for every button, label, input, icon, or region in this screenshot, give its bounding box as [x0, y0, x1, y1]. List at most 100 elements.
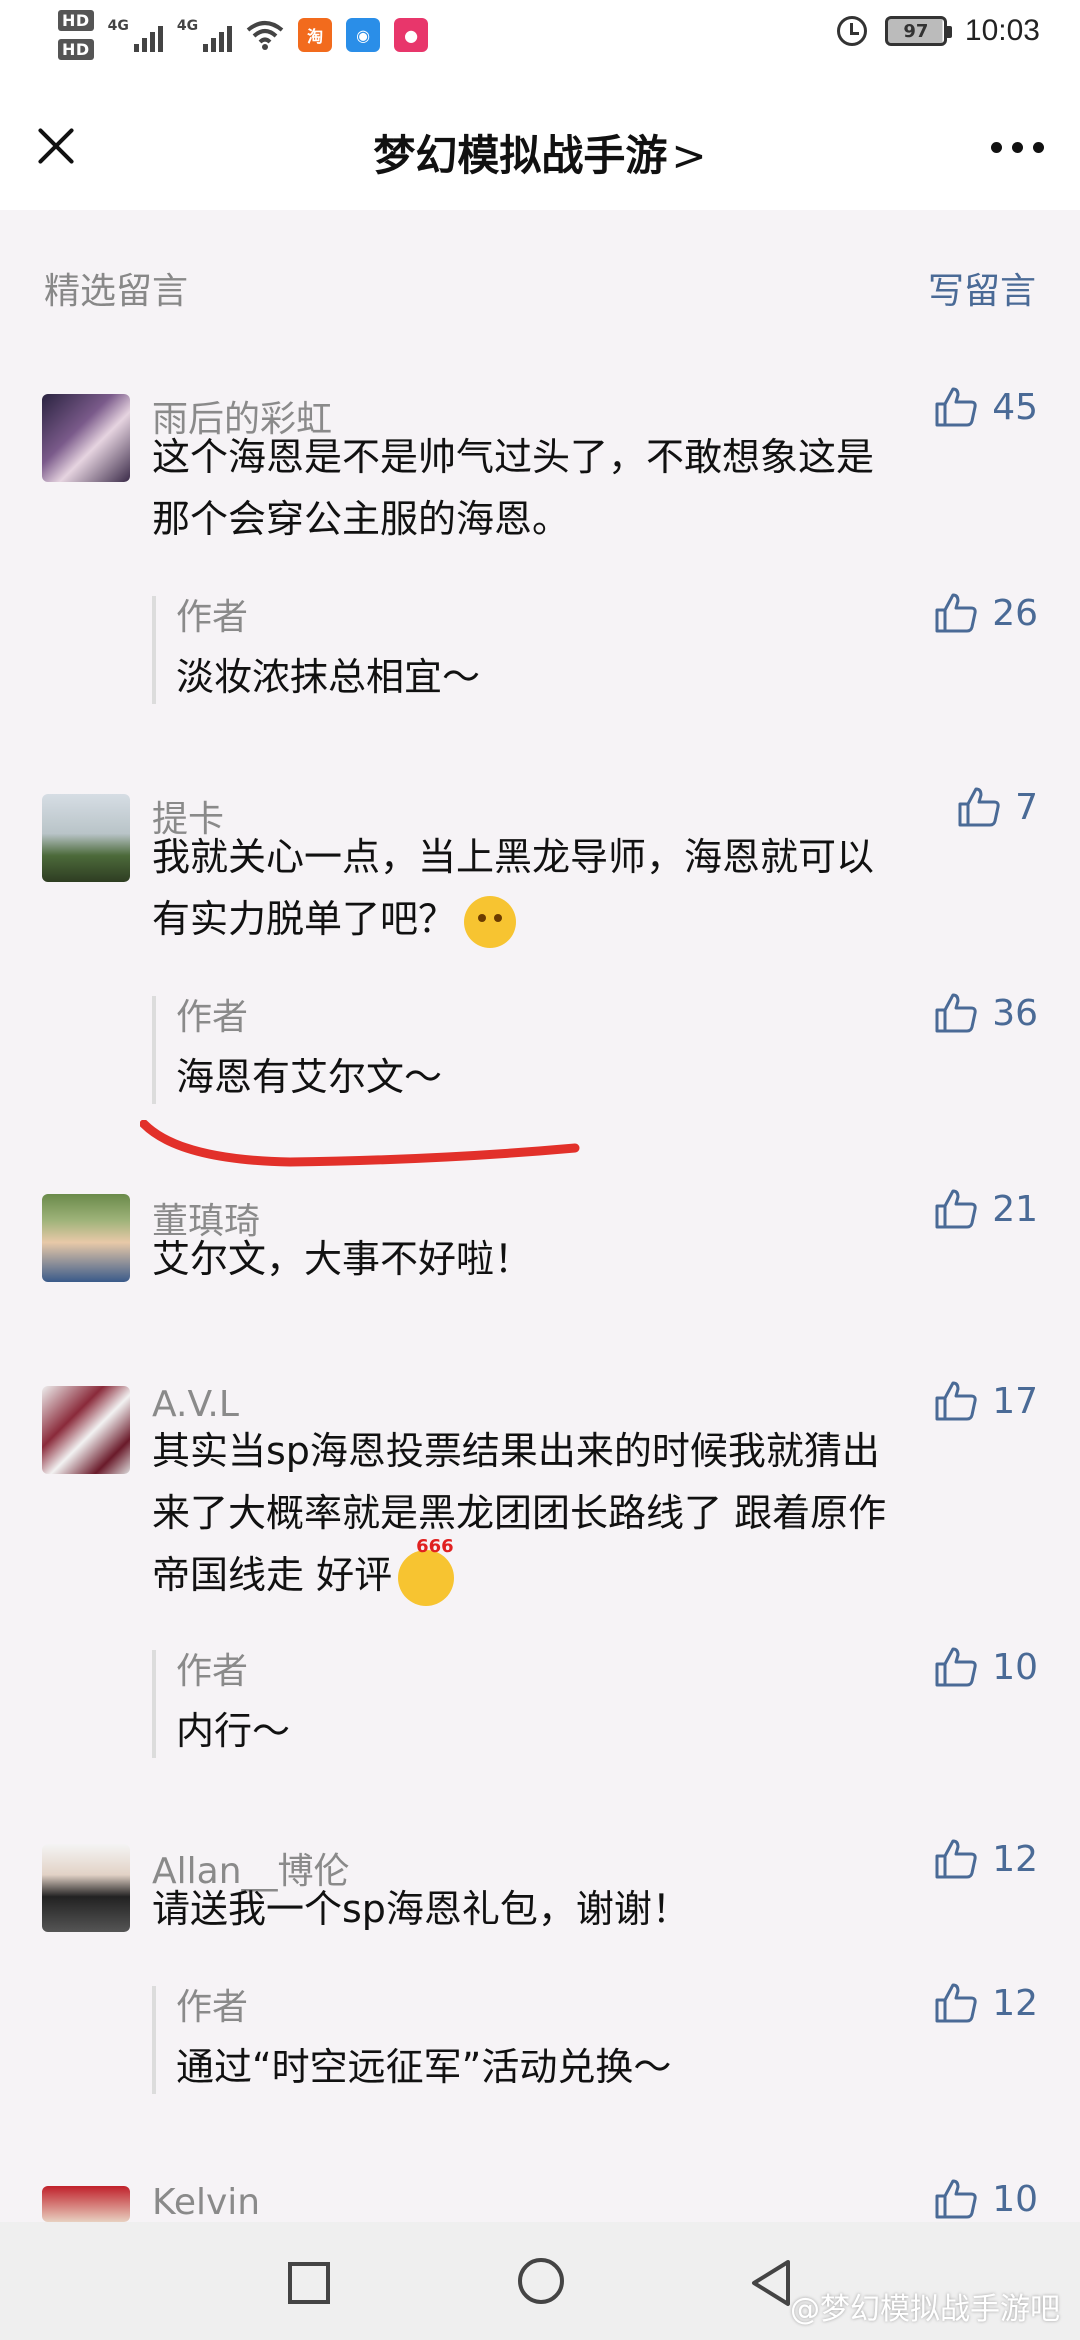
page-title[interactable]: 梦幻模拟战手游> [0, 122, 1080, 183]
recent-apps-square-icon[interactable] [288, 2262, 330, 2304]
reply-like-button[interactable]: 12 [934, 1982, 1038, 2024]
watermark: @梦幻模拟战手游吧 [790, 2292, 1060, 2327]
emoji-badge: 666 [416, 1535, 454, 1557]
like-count: 10 [992, 1646, 1038, 1688]
comment-line: 帝国线走 好评 666 [152, 1536, 1022, 1606]
avatar[interactable] [42, 1844, 130, 1932]
network-type-1: 4G [107, 18, 129, 34]
reply-text: 海恩有艾尔文～ [176, 1055, 443, 1099]
comment-line: 其实当sp海恩投票结果出来的时候我就猜出 [152, 1429, 880, 1473]
clock: 10:03 [964, 14, 1040, 47]
title-bar: 梦幻模拟战手游> [0, 90, 1080, 210]
like-count: 36 [992, 992, 1038, 1034]
like-button[interactable]: 10 [934, 2178, 1038, 2220]
hd-badge-2: HD [58, 39, 94, 60]
like-count: 12 [992, 1982, 1038, 2024]
red-underline-annotation [140, 1120, 580, 1167]
comment-line: 这个海恩是不是帅气过头了，不敢想象这是 [152, 435, 875, 479]
like-button[interactable]: 12 [934, 1838, 1038, 1880]
like-count: 17 [992, 1380, 1038, 1422]
avatar[interactable] [42, 1194, 130, 1282]
thumbs-up-icon [934, 386, 978, 428]
reply-like-button[interactable]: 10 [934, 1646, 1038, 1688]
status-left: HD HD 4G 4G 淘 ◉ ● [58, 10, 429, 60]
taobao-app-icon: 淘 [298, 18, 333, 52]
comment-text: 其实当sp海恩投票结果出来的时候我就猜出 来了大概率就是黑龙团团长路线了 跟着原… [152, 1420, 1022, 1606]
reply-author: 作者 [176, 597, 249, 638]
avatar[interactable] [42, 2186, 130, 2222]
avatar[interactable] [42, 1386, 130, 1474]
comment-line: 来了大概率就是黑龙团团长路线了 跟着原作 [152, 1491, 887, 1535]
signal-icon-2: 4G [176, 18, 233, 52]
like-count: 26 [992, 592, 1038, 634]
avatar[interactable] [42, 394, 130, 482]
reply-text: 淡妆浓抹总相宜～ [176, 655, 481, 699]
comment-line: 那个会穿公主服的海恩。 [152, 497, 571, 541]
system-nav-bar: @梦幻模拟战手游吧 [0, 2222, 1080, 2340]
home-circle-icon[interactable] [518, 2258, 564, 2304]
like-button[interactable]: 45 [934, 386, 1038, 428]
hd-badge-1: HD [58, 10, 94, 31]
network-type-2: 4G [176, 18, 199, 34]
comment-text: 我就关心一点，当上黑龙导师，海恩就可以 有实力脱单了吧？ [152, 826, 1022, 950]
comment-author: A.V.L [152, 1384, 239, 1425]
status-right: 97 10:03 [836, 14, 1040, 48]
like-count: 7 [1015, 786, 1038, 828]
like-count: 21 [992, 1188, 1038, 1230]
reply-like-button[interactable]: 36 [934, 992, 1038, 1034]
thumbs-up-icon [934, 592, 978, 634]
author-reply: 作者 内行～ [152, 1650, 1036, 1758]
thumbs-up-icon [934, 1188, 978, 1230]
reply-like-button[interactable]: 26 [934, 592, 1038, 634]
thumbs-up-icon [934, 1838, 978, 1880]
reply-author: 作者 [176, 997, 249, 1038]
like-button[interactable]: 7 [957, 786, 1038, 828]
featured-comments-label: 精选留言 [44, 271, 189, 312]
like-count: 10 [992, 2178, 1038, 2220]
comment-line: 我就关心一点，当上黑龙导师，海恩就可以 [152, 835, 875, 879]
avatar[interactable] [42, 794, 130, 882]
reply-text: 内行～ [176, 1709, 291, 1753]
comment-line-text: 有实力脱单了吧？ [152, 897, 457, 941]
author-reply: 作者 海恩有艾尔文～ [152, 996, 1036, 1104]
chevron-right-icon: > [671, 131, 707, 180]
like-button[interactable]: 21 [934, 1188, 1038, 1230]
reply-text: 通过“时空远征军”活动兑换～ [176, 2045, 672, 2089]
like-count: 12 [992, 1838, 1038, 1880]
notification-app-icon: ◉ [346, 18, 381, 52]
comment-line-text: 帝国线走 好评 [152, 1553, 393, 1597]
like-button[interactable]: 17 [934, 1380, 1038, 1422]
back-triangle-icon[interactable] [748, 2258, 794, 2308]
comment-line: 请送我一个sp海恩礼包，谢谢！ [152, 1887, 690, 1931]
alarm-icon [836, 16, 867, 46]
hd-badges: HD HD [58, 10, 94, 60]
like-count: 45 [992, 386, 1038, 428]
thinking-emoji-icon [464, 895, 517, 948]
comment-text: 请送我一个sp海恩礼包，谢谢！ [152, 1878, 1022, 1940]
comment-text: 艾尔文，大事不好啦！ [152, 1228, 1022, 1290]
notification-app-icon-2: ● [394, 18, 429, 52]
comment-line: 艾尔文，大事不好啦！ [152, 1237, 533, 1281]
screen: HD HD 4G 4G 淘 ◉ ● 97 10:03 梦幻模拟战手游> 精选留言… [0, 0, 1080, 2340]
section-header: 精选留言 写留言 [0, 210, 1080, 320]
comment-line: 有实力脱单了吧？ [152, 888, 1022, 950]
thumbs-up-icon [934, 992, 978, 1034]
thumbs-up-icon [934, 1982, 978, 2024]
author-reply: 作者 通过“时空远征军”活动兑换～ [152, 1986, 1036, 2094]
battery-icon: 97 [884, 16, 952, 46]
write-comment-button[interactable]: 写留言 [928, 262, 1036, 314]
reply-author: 作者 [176, 1651, 249, 1692]
more-dots-icon[interactable] [991, 142, 1044, 153]
comment-text: 这个海恩是不是帅气过头了，不敢想象这是 那个会穿公主服的海恩。 [152, 426, 1022, 550]
comment-author: Kelvin [152, 2182, 261, 2223]
reply-author: 作者 [176, 1987, 249, 2028]
smug-666-emoji-icon: 666 [398, 1536, 455, 1606]
thumbs-up-icon [934, 1646, 978, 1688]
author-reply: 作者 淡妆浓抹总相宜～ [152, 596, 1036, 704]
status-bar: HD HD 4G 4G 淘 ◉ ● 97 10:03 [0, 0, 1080, 90]
title-text: 梦幻模拟战手游 [373, 131, 668, 180]
thumbs-up-icon [934, 2178, 978, 2220]
signal-icon: 4G [108, 18, 163, 52]
thumbs-up-icon [957, 786, 1001, 828]
wifi-icon [246, 21, 284, 50]
